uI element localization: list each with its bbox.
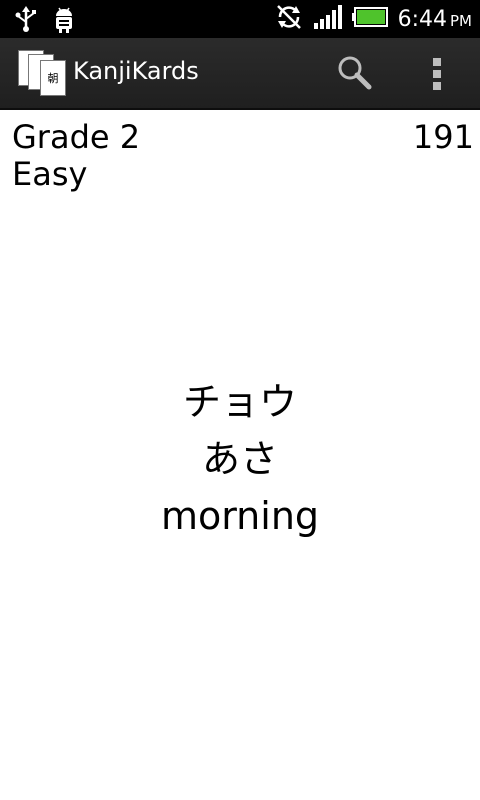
card-count: 191 xyxy=(412,118,474,156)
battery-icon xyxy=(351,7,388,31)
status-bar: 6:44 PM xyxy=(0,0,480,38)
app-icon-card-front: 朝 xyxy=(40,60,66,96)
kunyomi-reading: あさ xyxy=(201,437,278,481)
flashcard-area[interactable]: Grade 2 Easy 191 チョウ あさ morning xyxy=(0,110,480,800)
app-icon[interactable]: 朝 xyxy=(16,48,70,100)
grade-label: Grade 2 xyxy=(12,118,141,156)
status-icons: 6:44 PM xyxy=(264,0,472,38)
clock-time: 6:44 xyxy=(397,6,447,32)
usb-icon xyxy=(14,6,38,36)
android-debug-icon xyxy=(52,6,76,38)
sync-icon xyxy=(274,2,304,36)
signal-icon xyxy=(313,5,342,33)
search-button[interactable] xyxy=(332,52,376,96)
overflow-menu-icon xyxy=(433,56,441,92)
search-icon xyxy=(336,54,372,94)
status-clock: 6:44 PM xyxy=(398,7,472,32)
difficulty-label: Easy xyxy=(12,155,88,193)
app-icon-glyph: 朝 xyxy=(47,72,59,85)
overflow-menu-button[interactable] xyxy=(420,52,454,96)
meaning: morning xyxy=(160,494,320,538)
kanji-card: チョウ あさ morning xyxy=(0,374,480,545)
onyomi-reading: チョウ xyxy=(182,380,297,424)
app-title: KanjiKards xyxy=(73,57,199,85)
action-bar: 朝 KanjiKards xyxy=(0,38,480,110)
clock-ampm: PM xyxy=(450,11,472,30)
